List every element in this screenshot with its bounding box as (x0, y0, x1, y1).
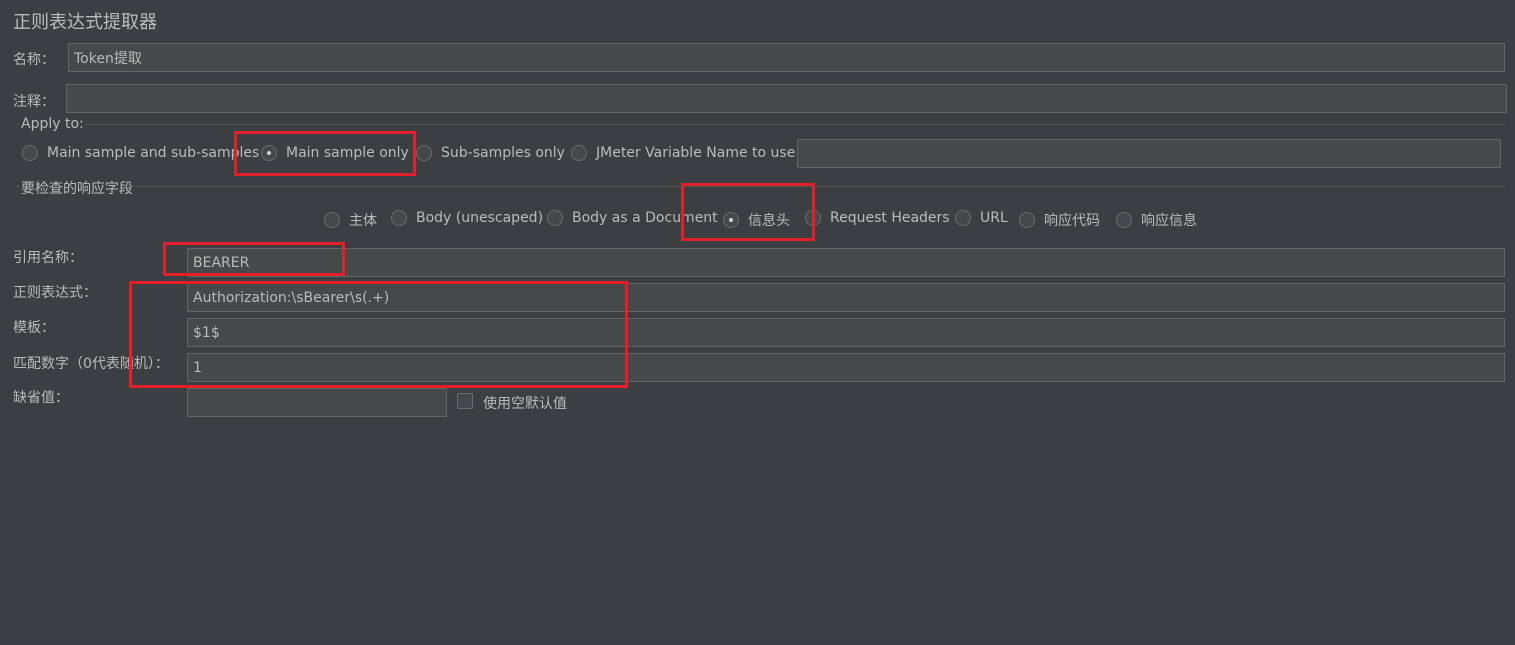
apply-jmeter-var-radio[interactable]: JMeter Variable Name to use (571, 145, 795, 161)
use-empty-default-label: 使用空默认值 (483, 396, 567, 412)
radio-circle-icon (1019, 212, 1035, 228)
default-value-label: 缺省值： (13, 390, 69, 406)
radio-circle-icon (1116, 212, 1132, 228)
apply-sub-only-radio[interactable]: Sub-samples only (416, 145, 565, 161)
apply-main-and-sub-radio[interactable]: Main sample and sub-samples (22, 145, 259, 161)
use-empty-default-checkbox[interactable] (457, 393, 473, 409)
radio-selected-icon (723, 212, 739, 228)
field-request-headers-label: Request Headers (830, 210, 950, 226)
field-request-headers-radio[interactable]: Request Headers (805, 210, 950, 226)
apply-to-separator (16, 124, 1505, 125)
name-input[interactable] (68, 43, 1505, 72)
radio-selected-icon (261, 145, 277, 161)
match-no-label: 匹配数字（0代表随机）： (13, 356, 169, 372)
field-response-message-radio[interactable]: 响应信息 (1116, 210, 1197, 230)
field-body-label: 主体 (349, 213, 377, 229)
field-url-radio[interactable]: URL (955, 210, 1008, 226)
field-url-label: URL (980, 210, 1008, 226)
ref-name-input[interactable] (187, 248, 1505, 277)
field-body-document-radio[interactable]: Body as a Document (547, 210, 718, 226)
template-label: 模板： (13, 320, 55, 336)
apply-main-only-label: Main sample only (286, 145, 409, 161)
field-response-message-label: 响应信息 (1141, 213, 1197, 229)
radio-circle-icon (22, 145, 38, 161)
regex-input[interactable] (187, 283, 1505, 312)
radio-circle-icon (805, 210, 821, 226)
field-body-unescaped-label: Body (unescaped) (416, 210, 544, 226)
apply-sub-only-label: Sub-samples only (441, 145, 565, 161)
apply-main-and-sub-label: Main sample and sub-samples (47, 145, 260, 161)
field-body-document-label: Body as a Document (572, 210, 718, 226)
field-to-check-title: 要检查的响应字段 (19, 178, 135, 198)
comment-input[interactable] (66, 84, 1507, 113)
default-value-input[interactable] (187, 388, 447, 417)
ref-name-label: 引用名称： (13, 250, 83, 266)
field-to-check-separator (16, 186, 1505, 187)
radio-circle-icon (571, 145, 587, 161)
radio-circle-icon (416, 145, 432, 161)
field-response-code-label: 响应代码 (1044, 213, 1100, 229)
field-response-code-radio[interactable]: 响应代码 (1019, 210, 1100, 230)
match-no-input[interactable] (187, 353, 1505, 382)
field-headers-radio[interactable]: 信息头 (723, 210, 790, 230)
apply-main-only-radio[interactable]: Main sample only (261, 145, 409, 161)
jmeter-variable-input[interactable] (797, 139, 1501, 168)
field-body-unescaped-radio[interactable]: Body (unescaped) (391, 210, 543, 226)
name-label: 名称： (13, 52, 55, 68)
radio-circle-icon (547, 210, 563, 226)
apply-to-title: Apply to: (19, 116, 86, 132)
field-body-radio[interactable]: 主体 (324, 210, 377, 230)
radio-circle-icon (391, 210, 407, 226)
field-headers-label: 信息头 (748, 213, 790, 229)
radio-circle-icon (955, 210, 971, 226)
regex-label: 正则表达式： (13, 285, 97, 301)
template-input[interactable] (187, 318, 1505, 347)
apply-jmeter-var-label: JMeter Variable Name to use (596, 145, 796, 161)
radio-circle-icon (324, 212, 340, 228)
comment-label: 注释： (13, 94, 55, 110)
panel-title: 正则表达式提取器 (13, 12, 157, 33)
